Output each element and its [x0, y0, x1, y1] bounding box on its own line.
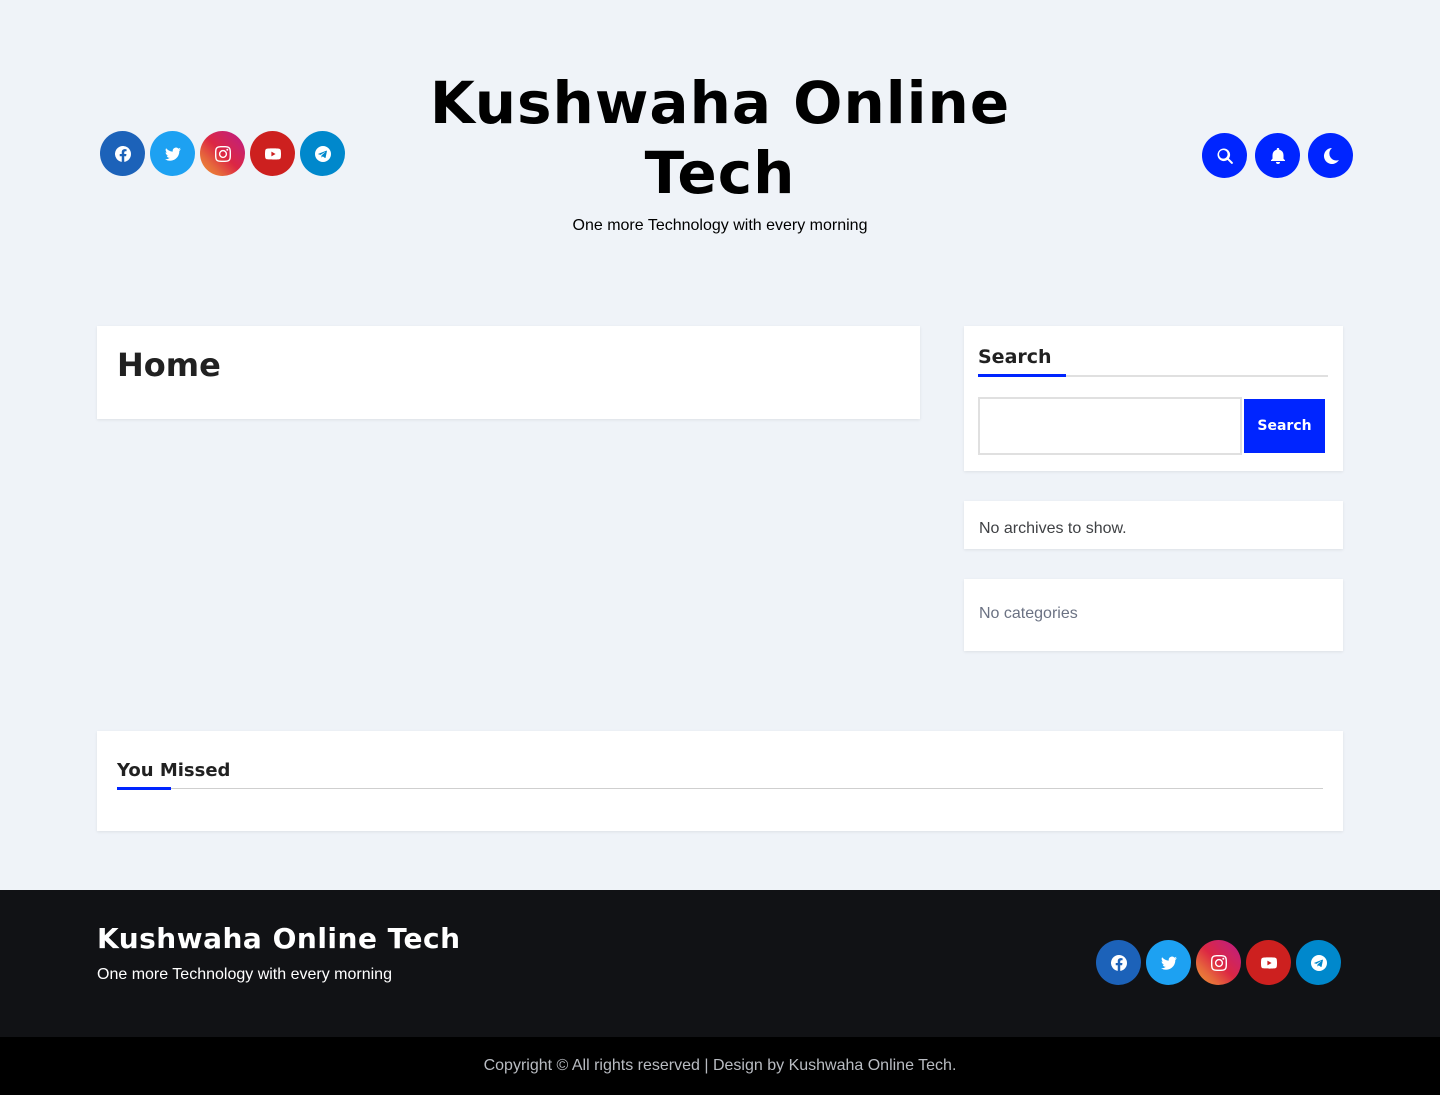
twitter-icon: [1160, 956, 1177, 970]
site-footer: Kushwaha Online Tech One more Technology…: [0, 890, 1440, 1037]
footer-site-title[interactable]: Kushwaha Online Tech: [97, 922, 461, 955]
copyright-link[interactable]: Kushwaha Online Tech: [789, 1057, 952, 1074]
footer-instagram-link[interactable]: [1196, 940, 1241, 985]
telegram-icon: [314, 145, 331, 162]
search-icon: [1217, 148, 1233, 164]
telegram-icon: [1310, 954, 1327, 971]
copyright-end: .: [951, 1057, 957, 1074]
page-title-card: Home: [97, 326, 920, 419]
site-tagline: One more Technology with every morning: [572, 217, 868, 234]
you-missed-title: You Missed: [117, 760, 231, 781]
footer-telegram-link[interactable]: [1296, 940, 1341, 985]
moon-icon: [1323, 147, 1339, 164]
footer-tagline: One more Technology with every morning: [97, 966, 392, 983]
instagram-link[interactable]: [200, 131, 245, 176]
search-toggle-button[interactable]: [1202, 133, 1247, 178]
telegram-link[interactable]: [300, 131, 345, 176]
widget-title-accent: [978, 374, 1066, 377]
footer-facebook-link[interactable]: [1096, 940, 1141, 985]
archives-widget: No archives to show.: [964, 501, 1343, 549]
bell-icon: [1270, 147, 1285, 164]
copyright-bar: Copyright © All rights reserved | Design…: [0, 1037, 1440, 1095]
archives-empty-text: No archives to show.: [979, 520, 1127, 537]
twitter-icon: [164, 147, 181, 161]
categories-empty-text: No categories: [979, 605, 1078, 622]
page-title: Home: [117, 346, 221, 384]
copyright-text: Copyright © All rights reserved | Design…: [483, 1057, 789, 1074]
you-missed-accent: [117, 787, 171, 790]
site-title[interactable]: Kushwaha Online Tech: [420, 68, 1020, 208]
youtube-icon: [1260, 956, 1277, 969]
categories-widget: No categories: [964, 579, 1343, 651]
twitter-link[interactable]: [150, 131, 195, 176]
copyright-text-wrap: Copyright © All rights reserved | Design…: [484, 1057, 957, 1075]
footer-twitter-link[interactable]: [1146, 940, 1191, 985]
footer-social-links: [1096, 940, 1341, 985]
you-missed-section: You Missed: [97, 731, 1343, 831]
search-button[interactable]: Search: [1242, 397, 1327, 455]
facebook-icon: [1110, 954, 1127, 971]
footer-youtube-link[interactable]: [1246, 940, 1291, 985]
facebook-link[interactable]: [100, 131, 145, 176]
youtube-link[interactable]: [250, 131, 295, 176]
search-widget: Search Search: [964, 326, 1343, 471]
instagram-icon: [1210, 954, 1227, 971]
dark-mode-toggle[interactable]: [1308, 133, 1353, 178]
site-header: Kushwaha Online Tech One more Technology…: [0, 0, 1440, 290]
header-actions: [1202, 133, 1353, 178]
search-input[interactable]: [978, 397, 1242, 455]
facebook-icon: [114, 145, 131, 162]
you-missed-divider: [117, 788, 1323, 789]
header-social-links: [100, 131, 345, 176]
youtube-icon: [264, 147, 281, 160]
search-widget-title: Search: [978, 346, 1052, 368]
notification-button[interactable]: [1255, 133, 1300, 178]
instagram-icon: [214, 145, 231, 162]
